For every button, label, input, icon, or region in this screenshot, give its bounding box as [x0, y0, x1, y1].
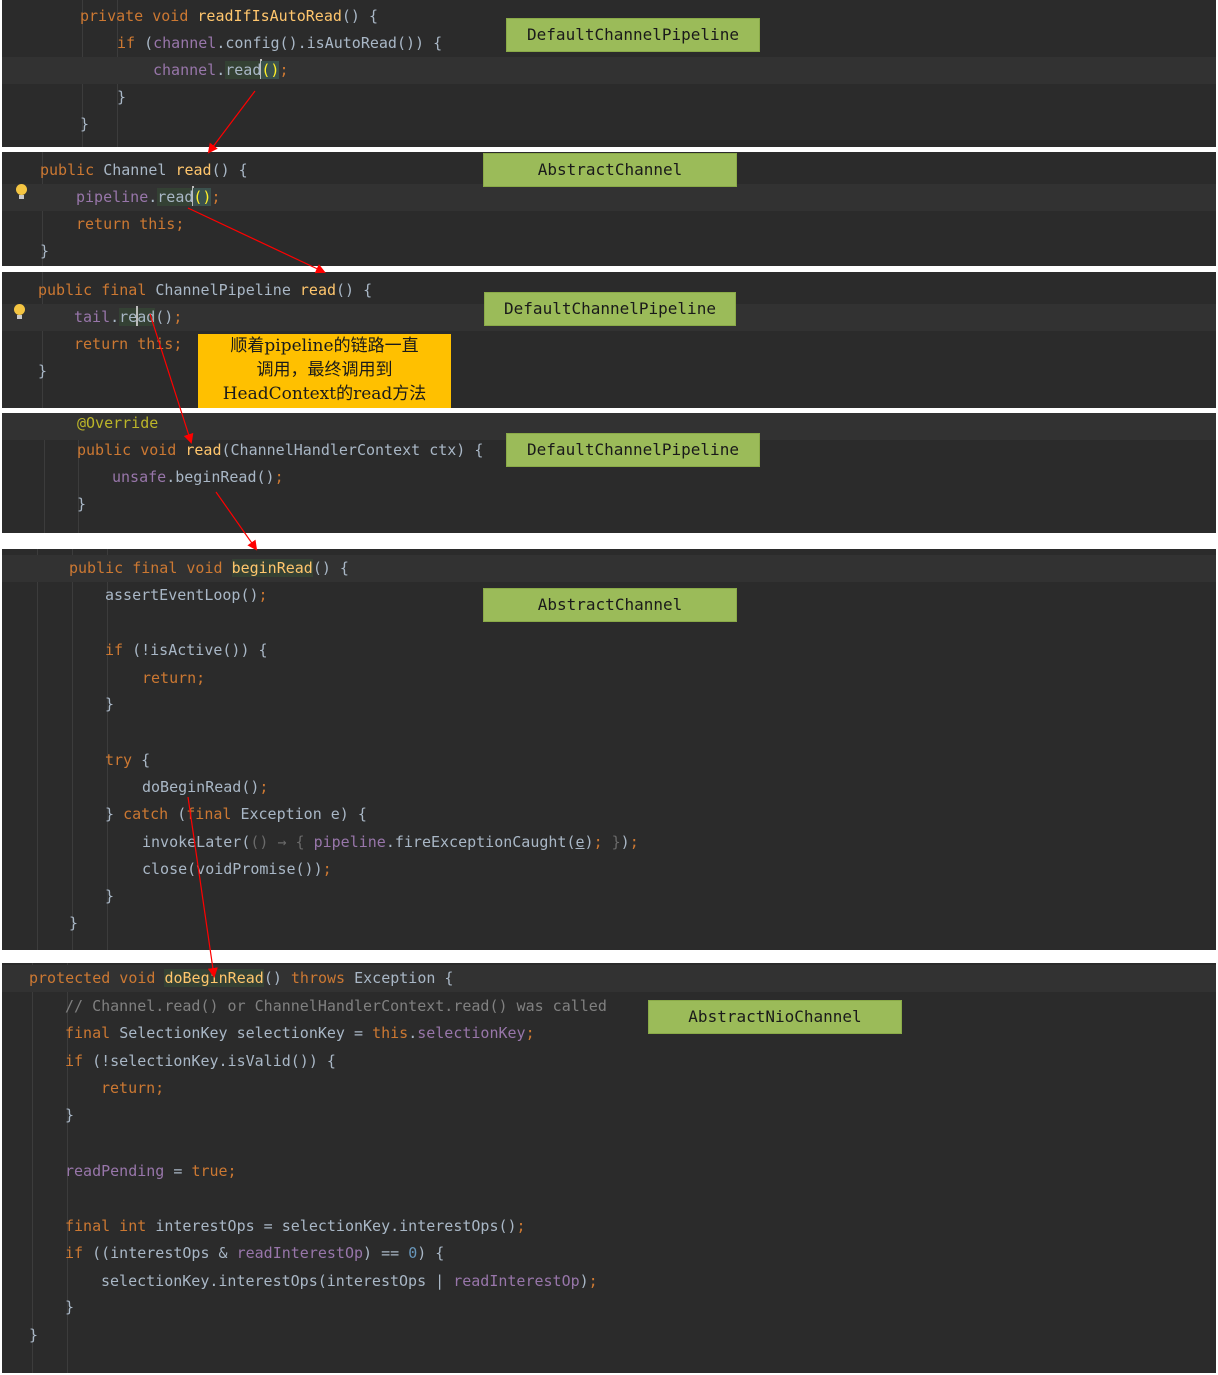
class-label-default-channel-pipeline: DefaultChannelPipeline: [506, 433, 760, 467]
class-label-abstract-channel: AbstractChannel: [483, 153, 737, 187]
code-line: private void readIfIsAutoRead() {: [80, 7, 379, 25]
code-panel-abstract-channel-read: public Channel read() { pipeline.read();…: [2, 152, 1216, 266]
code-line: readPending = true;: [65, 1162, 237, 1180]
code-line: pipeline.read();: [76, 186, 221, 206]
code-panel-do-begin-read: protected void doBeginRead() throws Exce…: [2, 963, 1216, 1373]
class-label-abstract-channel: AbstractChannel: [483, 588, 737, 622]
code-line: }: [77, 495, 87, 513]
code-panel-pipeline-read: public final ChannelPipeline read() { ta…: [2, 272, 1216, 408]
code-line: return this;: [74, 335, 183, 353]
code-line: if (!selectionKey.isValid()) {: [65, 1052, 336, 1070]
note-line: 顺着pipeline的链路一直: [230, 336, 419, 356]
code-line: if (!isActive()) {: [105, 641, 268, 659]
code-line: assertEventLoop();: [105, 586, 268, 604]
code-line: protected void doBeginRead() throws Exce…: [29, 969, 454, 987]
code-line: selectionKey.interestOps(interestOps | r…: [101, 1272, 598, 1290]
code-line: public void read(ChannelHandlerContext c…: [77, 441, 484, 459]
code-line: // Channel.read() or ChannelHandlerConte…: [65, 997, 607, 1015]
class-label-abstract-nio-channel: AbstractNioChannel: [648, 1000, 902, 1034]
code-line: channel.read();: [153, 59, 289, 79]
code-panel-read-if-auto-read: private void readIfIsAutoRead() { if (ch…: [2, 0, 1216, 147]
code-line: invokeLater(() → { pipeline.fireExceptio…: [142, 833, 639, 851]
code-line: }: [65, 1106, 75, 1124]
code-line: } catch (final Exception e) {: [105, 805, 367, 823]
code-line: final SelectionKey selectionKey = this.s…: [65, 1024, 535, 1042]
code-line: @Override: [77, 414, 159, 432]
code-line: }: [29, 1326, 39, 1344]
code-line: final int interestOps = selectionKey.int…: [65, 1217, 526, 1235]
code-line: return this;: [76, 215, 185, 233]
indent-guide: [32, 963, 33, 1373]
code-panel-head-context-read: @Override public void read(ChannelHandle…: [2, 413, 1216, 533]
code-line: tail.read();: [74, 306, 183, 326]
class-label-default-channel-pipeline: DefaultChannelPipeline: [484, 292, 736, 326]
code-line: try {: [105, 751, 151, 769]
annotation-note: 顺着pipeline的链路一直 调用，最终调用到 HeadContext的rea…: [198, 334, 451, 408]
note-line: HeadContext的read方法: [222, 384, 427, 404]
code-line: }: [105, 695, 115, 713]
code-line: close(voidPromise());: [142, 860, 332, 878]
code-line: return;: [101, 1079, 165, 1097]
code-line: unsafe.beginRead();: [112, 468, 284, 486]
code-line: doBeginRead();: [142, 778, 269, 796]
code-line: }: [69, 914, 79, 932]
code-line: }: [40, 242, 50, 260]
code-line: public final ChannelPipeline read() {: [38, 281, 373, 299]
code-line: if (channel.config().isAutoRead()) {: [117, 34, 443, 52]
lightbulb-icon[interactable]: [14, 304, 25, 319]
indent-guide: [37, 549, 38, 950]
code-line: public final void beginRead() {: [69, 559, 349, 577]
class-label-default-channel-pipeline: DefaultChannelPipeline: [506, 18, 760, 52]
code-line: }: [38, 362, 48, 380]
code-line: }: [80, 115, 90, 133]
note-line: 调用，最终调用到: [256, 360, 393, 380]
code-line: public Channel read() {: [40, 161, 248, 179]
code-panel-begin-read: public final void beginRead() { assertEv…: [2, 549, 1216, 950]
code-line: }: [105, 887, 115, 905]
code-line: if ((interestOps & readInterestOp) == 0)…: [65, 1244, 445, 1262]
code-line: }: [65, 1298, 75, 1316]
indent-guide: [72, 549, 73, 950]
lightbulb-icon[interactable]: [16, 184, 27, 199]
code-line: }: [117, 88, 127, 106]
code-line: return;: [142, 669, 206, 687]
